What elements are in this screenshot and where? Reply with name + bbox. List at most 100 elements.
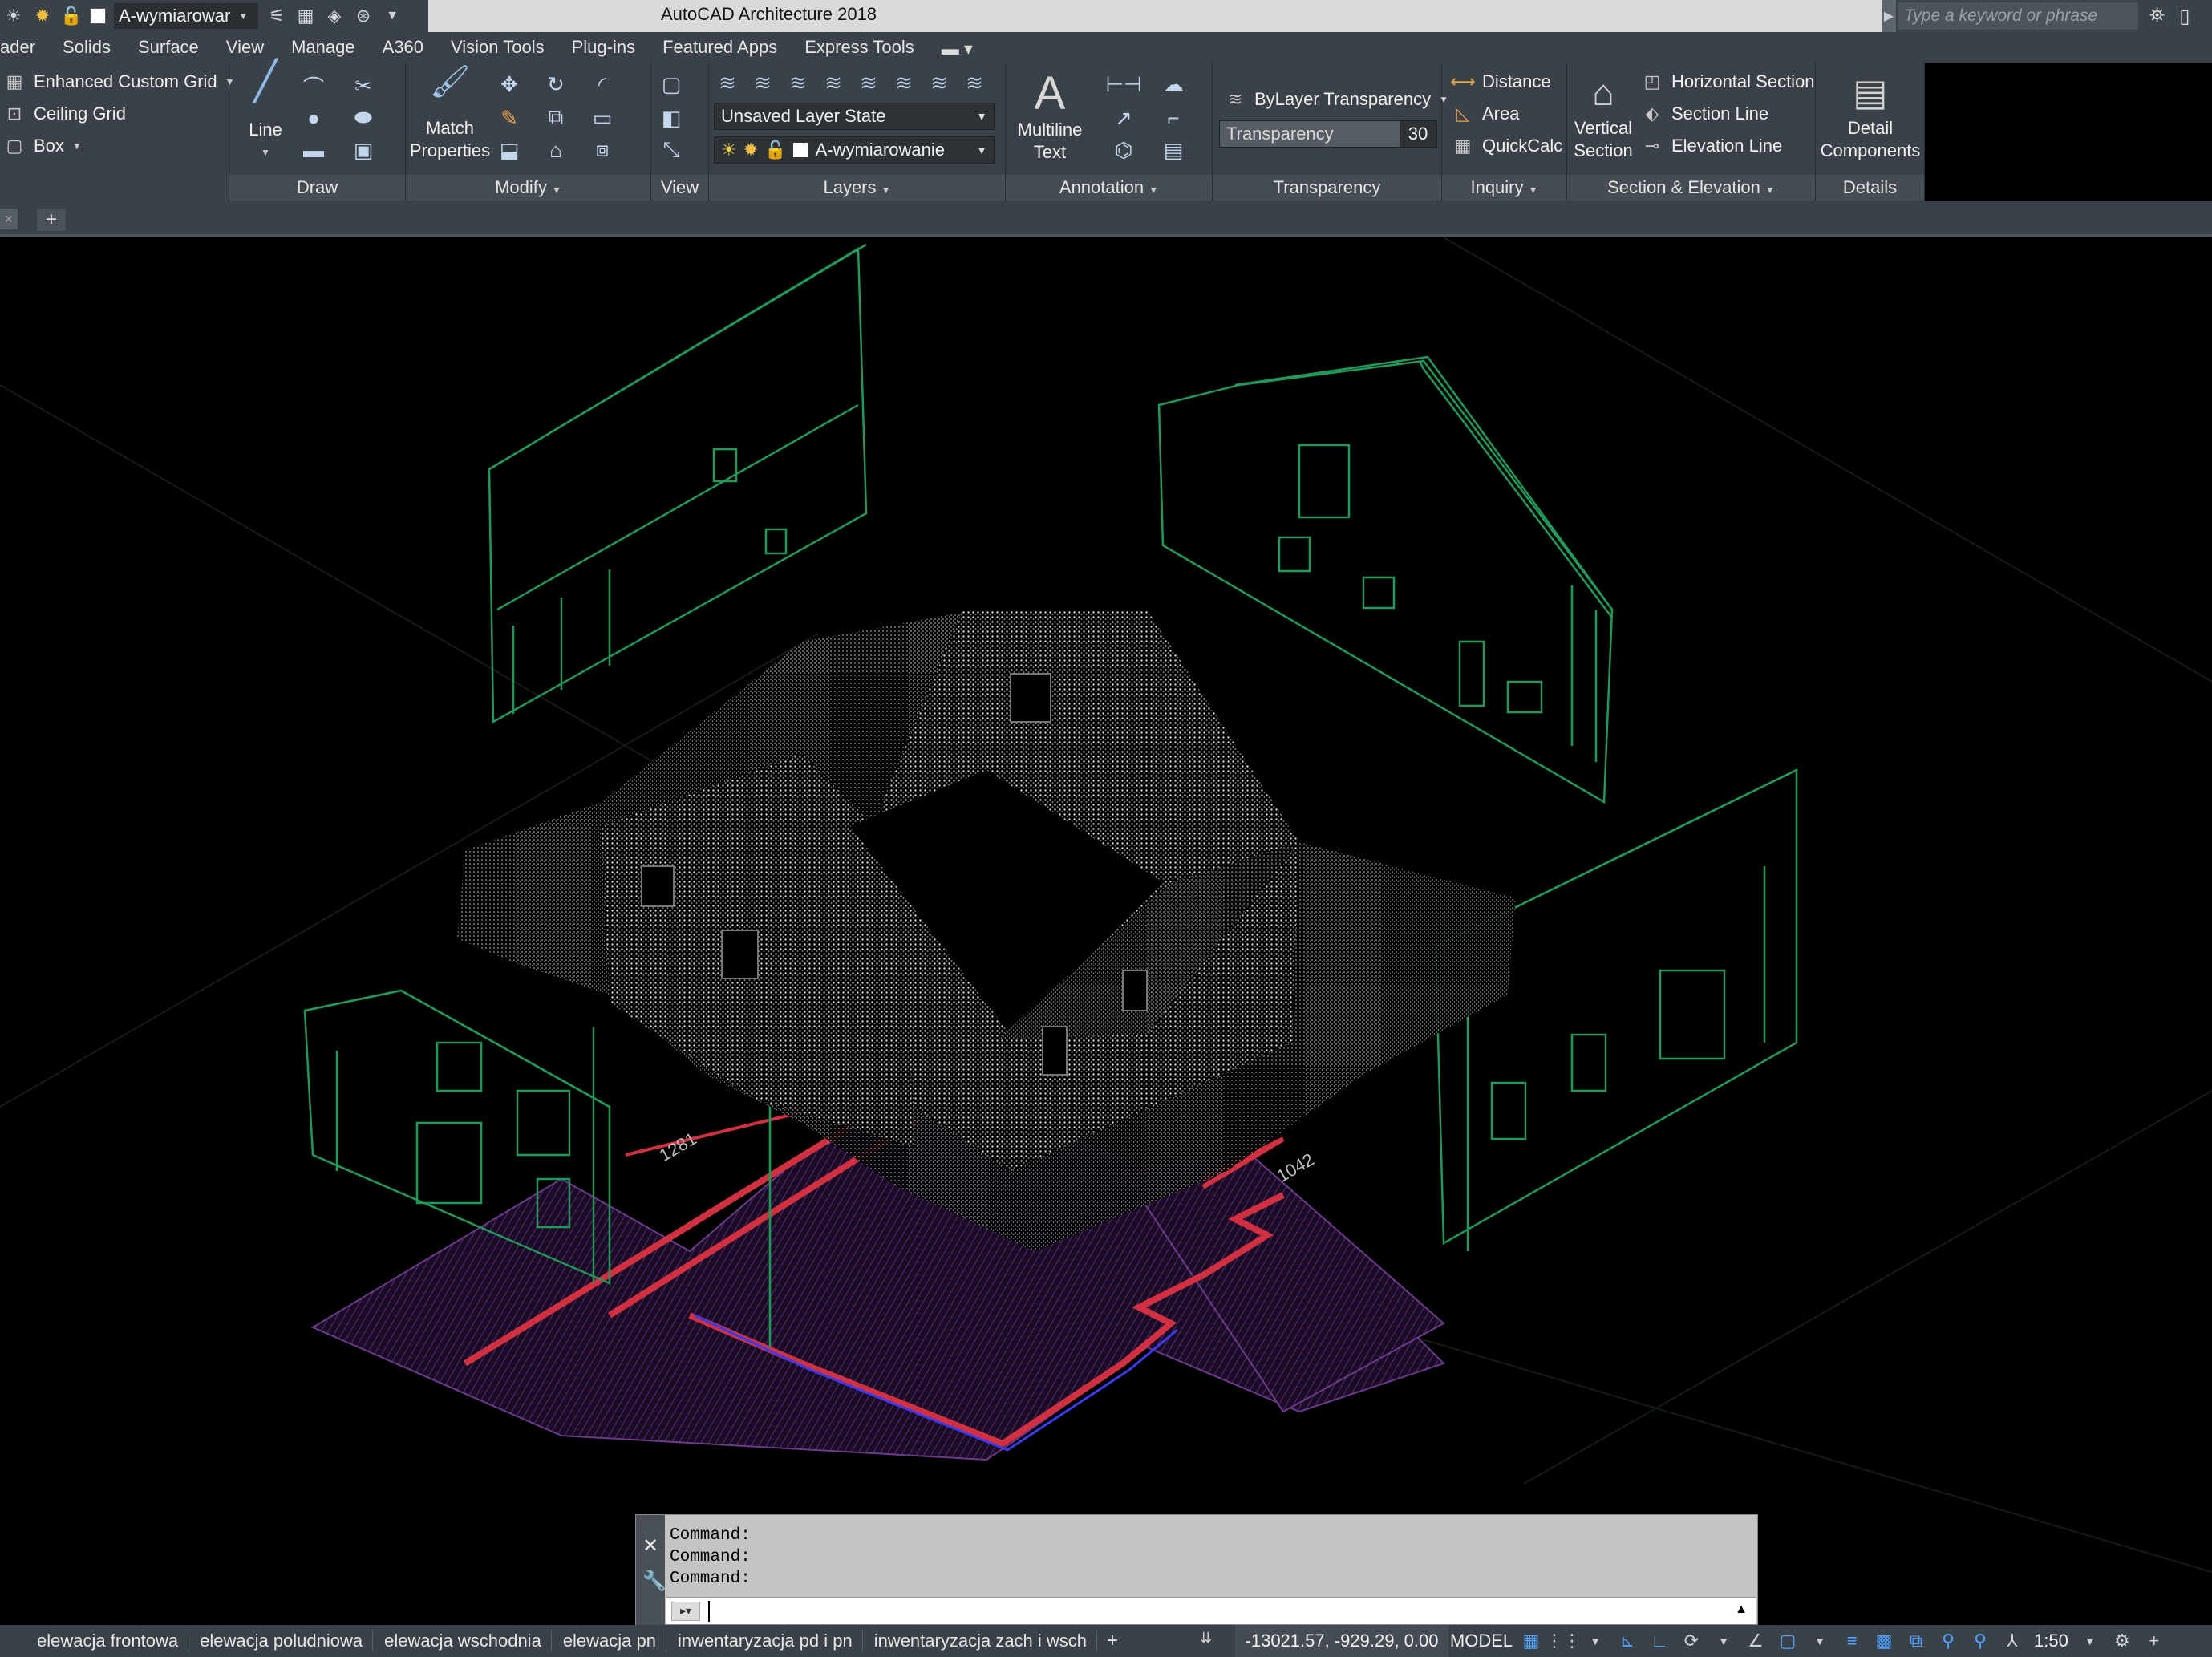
- layout-tab[interactable]: elewacja poludniowa: [188, 1631, 374, 1651]
- vertical-section-button[interactable]: ⌂ Vertical Section: [1567, 67, 1639, 162]
- trim-icon[interactable]: ✂: [350, 72, 377, 99]
- chevron-double-down-icon[interactable]: ⇊: [1200, 1630, 1212, 1647]
- layer-properties-icon[interactable]: ▦: [295, 6, 316, 26]
- command-prompt-icon[interactable]: ▸▾: [671, 1601, 700, 1621]
- isodraft-icon[interactable]: ⟳: [1681, 1631, 1702, 1651]
- tab-a360[interactable]: A360: [383, 37, 423, 58]
- wrench-icon[interactable]: 🔧: [642, 1570, 666, 1593]
- match-properties-button[interactable]: 🖌 Match Properties: [406, 66, 494, 162]
- transparency-toggle-icon[interactable]: ▩: [1874, 1631, 1894, 1651]
- object-snap-icon[interactable]: ▢: [1777, 1631, 1798, 1651]
- chevron-right-icon[interactable]: ▶: [1882, 0, 1896, 32]
- object-snap-tracking-icon[interactable]: ∠: [1745, 1631, 1766, 1651]
- distance-button[interactable]: ⟷ Distance: [1450, 71, 1550, 93]
- tab-vision-tools[interactable]: Vision Tools: [451, 37, 545, 58]
- layer-state-dropdown[interactable]: Unsaved Layer State ▼: [714, 103, 995, 130]
- chevron-down-icon[interactable]: ▼: [1585, 1631, 1606, 1651]
- lightbulb-icon[interactable]: ☀: [3, 6, 24, 26]
- region-icon[interactable]: ▣: [350, 136, 377, 164]
- close-icon[interactable]: ✕: [642, 1534, 658, 1558]
- inquiry-panel-label[interactable]: Inquiry ▼: [1442, 175, 1566, 201]
- auto-scale-icon[interactable]: ⚲: [1970, 1631, 1991, 1651]
- array-icon[interactable]: ⬓: [496, 136, 523, 164]
- stretch-icon[interactable]: ⌂: [542, 136, 569, 164]
- enhanced-custom-grid-button[interactable]: ▦ Enhanced Custom Grid ▼: [3, 71, 235, 93]
- detail-components-button[interactable]: ▤ Detail Components: [1816, 67, 1925, 162]
- chevron-down-icon[interactable]: ▼: [2080, 1631, 2101, 1651]
- ceiling-grid-button[interactable]: ⊡ Ceiling Grid: [3, 103, 126, 125]
- coordinates-readout[interactable]: -13021.57, -929.29, 0.00: [1235, 1625, 1448, 1657]
- layout-tab[interactable]: elewacja frontowa: [0, 1631, 189, 1651]
- move-icon[interactable]: ✥: [496, 71, 523, 98]
- add-layout-button[interactable]: +: [1097, 1630, 1128, 1652]
- snap-icon[interactable]: ⋮⋮: [1546, 1631, 1581, 1651]
- lock-icon[interactable]: 🔓: [60, 6, 82, 26]
- layer-previous-icon[interactable]: ≋: [784, 69, 812, 96]
- draw-panel-label[interactable]: Draw: [229, 175, 405, 201]
- annotation-scale-value[interactable]: 1:50: [2034, 1631, 2068, 1651]
- layer-freeze-icon[interactable]: ≋: [890, 69, 918, 96]
- orbit-icon[interactable]: ⤡: [658, 136, 685, 164]
- polar-icon[interactable]: ∟: [1649, 1631, 1670, 1651]
- new-drawing-tab-button[interactable]: +: [37, 209, 66, 231]
- layout-tab[interactable]: elewacja pn: [552, 1631, 666, 1651]
- tab-plug-ins[interactable]: Plug-ins: [572, 37, 635, 58]
- ribbon-minimize-icon[interactable]: ▬ ▾: [942, 38, 973, 59]
- layer-properties-icon[interactable]: ≋: [714, 69, 741, 96]
- offset-icon[interactable]: ✎: [496, 104, 523, 132]
- layer-off-icon[interactable]: ≋: [820, 69, 847, 96]
- tab-view[interactable]: View: [226, 37, 264, 58]
- qat-customize-icon[interactable]: ▼: [382, 6, 403, 26]
- modify-panel-label[interactable]: Modify ▼: [406, 175, 650, 201]
- chevron-down-icon[interactable]: ▼: [1713, 1631, 1734, 1651]
- layer-walk-icon[interactable]: ≋: [961, 69, 988, 96]
- rectangle-icon[interactable]: ▬: [300, 136, 327, 164]
- search-input[interactable]: Type a keyword or phrase: [1898, 2, 2138, 30]
- layout-tab[interactable]: inwentaryzacja pd i pn: [666, 1631, 863, 1651]
- chevron-down-icon[interactable]: ▼: [1809, 1631, 1830, 1651]
- sun-icon[interactable]: ✹: [32, 6, 53, 26]
- ellipse-icon[interactable]: ⬬: [350, 104, 377, 132]
- ortho-icon[interactable]: ⊾: [1617, 1631, 1638, 1651]
- layer-lock-icon[interactable]: ≋: [926, 69, 953, 96]
- close-icon[interactable]: ×: [0, 209, 18, 229]
- rotate-icon[interactable]: ↻: [542, 71, 569, 98]
- workspace-icon[interactable]: ⊛: [353, 6, 374, 26]
- annotation-visibility-icon[interactable]: ⚲: [1938, 1631, 1959, 1651]
- layout-tab[interactable]: inwentaryzacja zach i wsch: [863, 1631, 1098, 1651]
- model-space-toggle[interactable]: MODEL: [1448, 1625, 1514, 1657]
- details-panel-label[interactable]: Details: [1816, 175, 1924, 201]
- lineweight-icon[interactable]: ≡: [1841, 1631, 1862, 1651]
- view-cube-icon[interactable]: ▢: [658, 71, 685, 98]
- command-input[interactable]: ▸▾ ▲: [666, 1597, 1756, 1624]
- polyline-icon[interactable]: ⌒: [300, 72, 327, 99]
- tab-solids[interactable]: Solids: [63, 37, 111, 58]
- visual-style-icon[interactable]: ◧: [658, 104, 685, 132]
- view-panel-label[interactable]: View: [651, 175, 708, 201]
- fillet-icon[interactable]: ◜: [589, 71, 616, 98]
- tab-manage[interactable]: Manage: [291, 37, 355, 58]
- layer-iso-icon[interactable]: ◈: [324, 6, 345, 26]
- layer-tools-icon[interactable]: ⚟: [266, 6, 287, 26]
- layer-isolate-icon[interactable]: ≋: [855, 69, 882, 96]
- leader-icon[interactable]: ↗: [1110, 104, 1137, 132]
- table-icon[interactable]: ▤: [1160, 136, 1187, 164]
- binoculars-icon[interactable]: ⛯: [2149, 5, 2165, 27]
- layout-tab[interactable]: elewacja wschodnia: [373, 1631, 552, 1651]
- bylayer-transparency-dropdown[interactable]: ≋ ByLayer Transparency ▼: [1224, 88, 1448, 111]
- measure-icon[interactable]: ⌬: [1110, 136, 1137, 164]
- grid-icon[interactable]: ▦: [1521, 1631, 1542, 1651]
- layer-match-icon[interactable]: ≋: [749, 69, 776, 96]
- line-button[interactable]: ╱ Line ▼: [237, 63, 294, 164]
- transparency-value[interactable]: 30: [1400, 121, 1436, 147]
- help-icon[interactable]: ▯: [2179, 5, 2190, 28]
- selection-cycling-icon[interactable]: ⧉: [1906, 1631, 1926, 1651]
- dimension-icon[interactable]: ⊢⊣: [1105, 71, 1141, 98]
- multileader-icon[interactable]: ⌐: [1160, 104, 1187, 132]
- current-layer-dropdown[interactable]: ☀ ✹ 🔓 A-wymiarowanie ▼: [714, 136, 995, 164]
- section-line-button[interactable]: ⬖ Section Line: [1641, 103, 1769, 125]
- circle-icon[interactable]: ●: [300, 104, 327, 132]
- annotation-scale-icon[interactable]: ⅄: [2002, 1631, 2023, 1651]
- tab-surface[interactable]: Surface: [138, 37, 199, 58]
- chevron-up-icon[interactable]: ▲: [1735, 1602, 1748, 1617]
